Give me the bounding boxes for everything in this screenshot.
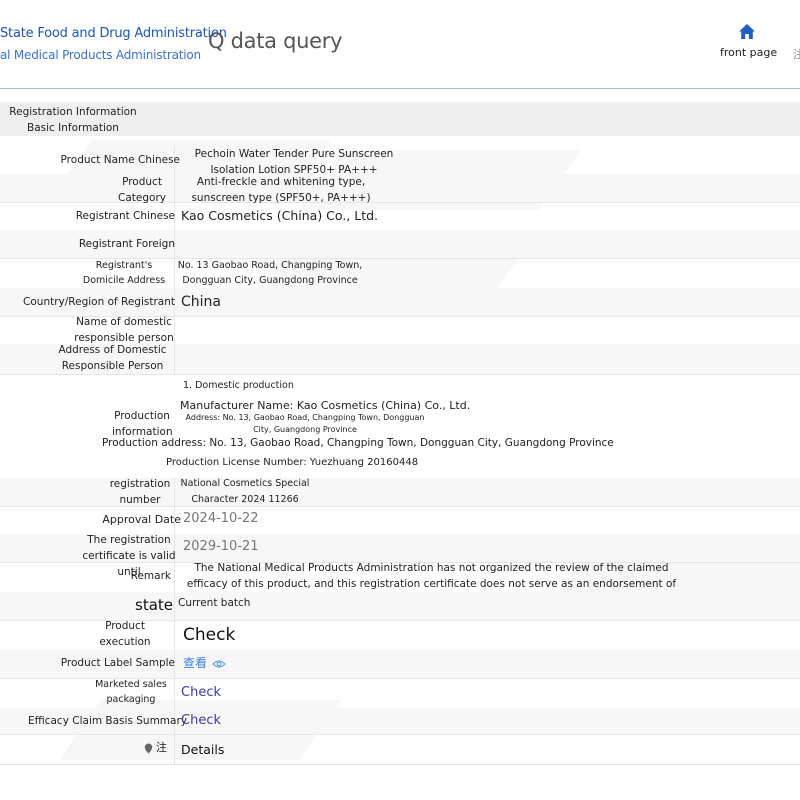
row-separator [174, 620, 175, 650]
row-remark: Remark The National Medical Products Adm… [0, 562, 800, 606]
production-line1: 1. Domestic production [183, 380, 294, 391]
row-registration-number: registration number National Cosmetics S… [0, 478, 800, 507]
label-registrant-domicile: Registrant's Domicile Address [82, 260, 166, 286]
execution-standard-check-link[interactable]: Check [183, 627, 235, 644]
nav-item-cut[interactable]: 注 [793, 46, 800, 62]
row-registrant-chinese: Registrant Chinese Kao Cosmetics (China)… [0, 202, 800, 231]
label-state: state [135, 596, 173, 614]
row-product-category: Product Category Anti-freckle and whiten… [0, 174, 800, 204]
value-registrant-chinese: Kao Cosmetics (China) Co., Ltd. [181, 208, 379, 223]
row-label-sample: Product Label Sample 查看 [0, 650, 800, 679]
row-registrant-domicile: Registrant's Domicile Address No. 13 Gao… [0, 258, 800, 289]
label-registrant-chinese: Registrant Chinese [75, 210, 175, 222]
row-product-name: Product Name Chinese Pechoin Water Tende… [0, 146, 800, 176]
logo-line2: al Medical Products Administration [0, 48, 201, 62]
label-sample-view-text: 查看 [183, 656, 208, 670]
row-note: 注 Details [0, 734, 800, 765]
label-domestic-address: Address of Domestic Responsible Person [58, 344, 167, 372]
row-domestic-name: Name of domestic responsible person [0, 316, 800, 345]
home-icon [739, 24, 755, 39]
label-registrant-foreign: Registrant Foreign [78, 238, 175, 250]
header: State Food and Drug Administration al Me… [0, 0, 800, 88]
production-line4: Production address: No. 13, Gaobao Road,… [102, 437, 614, 449]
row-production-information: Production information 1. Domestic produ… [0, 374, 800, 479]
value-country: China [181, 294, 221, 310]
value-registration-number: National Cosmetics Special Character 202… [180, 478, 310, 505]
row-separator [174, 592, 175, 620]
eye-icon [212, 660, 226, 668]
header-divider [0, 88, 800, 89]
row-separator [174, 734, 175, 764]
row-valid-until: The registration certificate is valid un… [0, 534, 800, 578]
label-efficacy-summary: Efficacy Claim Basis Summary [27, 715, 187, 727]
label-remark: Remark [130, 570, 171, 582]
page-title: Q data query [208, 29, 343, 53]
label-sales-packaging: Marketed sales packaging [95, 679, 167, 705]
row-domestic-address: Address of Domestic Responsible Person [0, 344, 800, 375]
pin-icon [144, 743, 153, 754]
value-approval-date: 2024-10-22 [183, 511, 259, 526]
label-registration-number: registration number [109, 478, 171, 506]
section-header: Registration Information Basic Informati… [0, 102, 800, 136]
value-valid-until: 2029-10-21 [183, 539, 259, 554]
row-separator [174, 174, 175, 202]
efficacy-summary-check-link[interactable]: Check [181, 713, 221, 729]
label-sample-view-link[interactable]: 查看 [183, 655, 226, 672]
front-page-button[interactable]: front page [720, 22, 778, 66]
production-line5: Production License Number: Yuezhuang 201… [166, 457, 419, 468]
row-sales-packaging: Marketed sales packaging Check [0, 678, 800, 709]
row-registrant-foreign: Registrant Foreign [0, 230, 800, 259]
row-separator [174, 678, 175, 708]
front-page-label: front page [720, 46, 778, 59]
value-state: Current batch [178, 597, 251, 609]
production-line3: Address: No. 13, Gaobao Road, Changping … [185, 413, 425, 434]
label-label-sample: Product Label Sample [60, 657, 175, 669]
label-approval-date: Approval Date [102, 513, 181, 526]
section-title: Registration Information Basic Informati… [9, 106, 137, 134]
row-approval-date: Approval Date 2024-10-22 [0, 506, 800, 535]
row-efficacy-summary: Efficacy Claim Basis Summary Check [0, 708, 800, 735]
label-note: 注 [0, 740, 167, 756]
row-country: Country/Region of Registrant China [0, 288, 800, 317]
details-link[interactable]: Details [181, 742, 224, 758]
value-registrant-domicile: No. 13 Gaobao Road, Changping Town, Dong… [177, 260, 363, 286]
row-state: state Current batch [0, 592, 800, 621]
label-note-text: 注 [156, 742, 167, 754]
label-product-name: Product Name Chinese [60, 154, 180, 166]
row-separator [174, 562, 175, 592]
sales-packaging-check-link[interactable]: Check [181, 685, 221, 701]
label-country: Country/Region of Registrant [23, 296, 175, 308]
logo-line1: State Food and Drug Administration [0, 26, 227, 41]
row-execution-standard: Product execution standard Check [0, 620, 800, 664]
